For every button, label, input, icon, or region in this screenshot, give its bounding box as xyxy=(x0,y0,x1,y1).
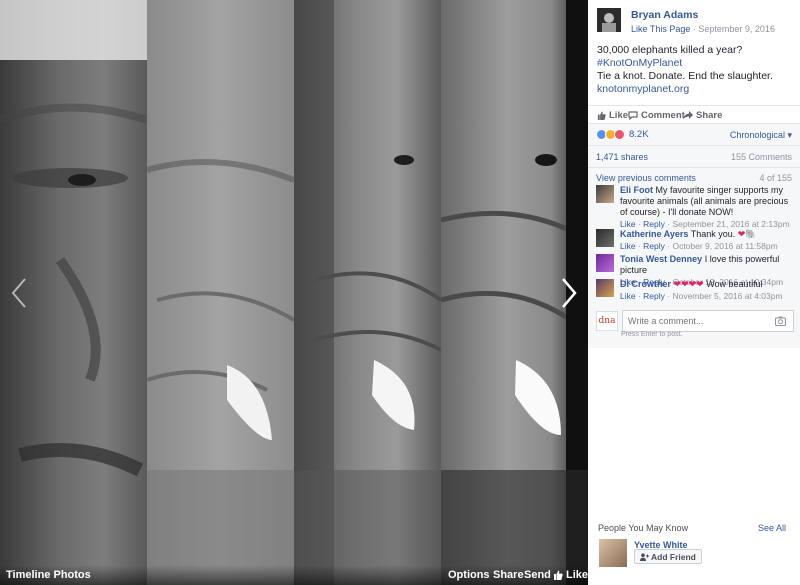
comment-reply-link[interactable]: Reply xyxy=(643,291,665,301)
add-friend-button[interactable]: Add Friend xyxy=(634,549,702,564)
comment-bubble-icon xyxy=(628,111,638,120)
previous-photo-arrow-icon[interactable] xyxy=(8,276,32,310)
see-all-link[interactable]: See All xyxy=(758,523,786,533)
comment-reply-link[interactable]: Reply xyxy=(643,219,665,229)
like-photo-button[interactable]: Like xyxy=(553,569,588,581)
album-title[interactable]: Timeline Photos xyxy=(6,569,91,581)
comment-sort-label: Chronological xyxy=(729,130,785,140)
elephant-emoji-icon: 🐘 xyxy=(745,229,757,239)
love-reaction-icon xyxy=(614,129,625,140)
post-date[interactable]: September 9, 2016 xyxy=(698,24,775,34)
thumbs-up-icon xyxy=(597,111,606,120)
photo-strip-blend-2 xyxy=(294,0,441,585)
comment-like-link[interactable]: Like xyxy=(620,291,636,301)
comment-time[interactable]: October 9, 2016 at 11:58pm xyxy=(672,241,777,251)
share-post-label: Share xyxy=(696,110,723,121)
comment-post-button[interactable]: Comment xyxy=(628,110,685,121)
camera-icon[interactable] xyxy=(775,316,786,326)
share-post-button[interactable]: Share xyxy=(683,110,722,121)
commenter-name[interactable]: Di Crowther xyxy=(620,279,671,289)
commenter-name[interactable]: Katherine Ayers xyxy=(620,229,688,239)
hashtag-link[interactable]: #KnotOnMyPlanet xyxy=(597,57,682,69)
share-arrow-icon xyxy=(683,111,693,120)
comment-meta: Like · Reply · November 5, 2016 at 4:03p… xyxy=(620,291,783,301)
comment-time[interactable]: September 21, 2016 at 2:13pm xyxy=(672,219,789,229)
photo-viewer: Timeline Photos Options Share Send Like xyxy=(0,0,588,585)
post-text-line1: 30,000 elephants killed a year? xyxy=(597,44,743,56)
people-you-may-know-heading: People You May Know xyxy=(598,523,689,533)
comments-count: 155 Comments xyxy=(730,152,792,162)
commenter-avatar[interactable] xyxy=(596,279,614,297)
suggested-person-avatar[interactable] xyxy=(599,539,627,567)
comment-reply-link[interactable]: Reply xyxy=(643,241,665,251)
page-name-link[interactable]: Bryan Adams xyxy=(631,9,698,21)
external-url-link[interactable]: knotonmyplanet.org xyxy=(597,83,689,95)
composer-hint: Press Enter to post. xyxy=(621,331,683,338)
comment-item: Katherine Ayers Thank you. ❤🐘 Like · Rep… xyxy=(596,229,794,251)
post-text-line2: Tie a knot. Donate. End the slaughter. xyxy=(597,70,773,82)
photo-strip-blend-1 xyxy=(147,0,294,585)
page-avatar[interactable] xyxy=(597,8,621,32)
share-photo-button[interactable]: Share xyxy=(493,569,524,581)
comment-time[interactable]: November 5, 2016 at 4:03pm xyxy=(672,291,782,301)
reactions-row: 8.2K Chronological ▾ xyxy=(588,123,800,146)
like-post-button[interactable]: Like xyxy=(597,110,628,121)
send-button[interactable]: Send xyxy=(524,569,551,581)
comments-area: View previous comments 4 of 155 Eli Foot… xyxy=(588,167,800,348)
options-button[interactable]: Options xyxy=(448,569,490,581)
post-text: 30,000 elephants killed a year? #KnotOnM… xyxy=(597,44,792,96)
shares-link[interactable]: 1,471 shares xyxy=(596,152,648,162)
post-sidebar: Bryan Adams Like This Page · September 9… xyxy=(588,0,800,585)
comment-input[interactable] xyxy=(622,310,794,332)
post-actions-row: Like Comment Share xyxy=(588,105,800,124)
comment-text: Wow beautiful xyxy=(703,279,763,289)
add-friend-label: Add Friend xyxy=(651,551,696,562)
comment-item: Eli Foot My favourite singer supports my… xyxy=(596,185,794,229)
comment-like-link[interactable]: Like xyxy=(620,241,636,251)
comment-sort-dropdown[interactable]: Chronological ▾ xyxy=(730,130,792,141)
sort-caret-icon: ▾ xyxy=(787,130,792,140)
comment-item: Tonia West Denney I love this powerful p… xyxy=(596,254,794,287)
comment-item: Di Crowther ❤❤❤❤ Wow beautiful Like · Re… xyxy=(596,279,794,301)
comment-text: Thank you. xyxy=(688,229,738,239)
comment-composer: dna xyxy=(596,310,794,332)
add-friend-icon xyxy=(640,552,649,561)
comment-body: Eli Foot My favourite singer supports my… xyxy=(620,185,792,230)
view-previous-comments-link[interactable]: View previous comments xyxy=(596,173,696,183)
commenter-name[interactable]: Tonia West Denney xyxy=(620,254,702,264)
commenter-avatar[interactable] xyxy=(596,229,614,247)
comment-body: Katherine Ayers Thank you. ❤🐘 Like · Rep… xyxy=(620,229,792,252)
post-meta: Like This Page · September 9, 2016 xyxy=(631,24,775,34)
like-this-page-link[interactable]: Like This Page xyxy=(631,24,690,34)
thumbs-up-icon xyxy=(554,570,563,580)
like-post-label: Like xyxy=(609,110,629,121)
comment-body: Di Crowther ❤❤❤❤ Wow beautiful Like · Re… xyxy=(620,279,792,302)
shares-row: 1,471 shares 155 Comments xyxy=(588,145,800,168)
commenter-avatar[interactable] xyxy=(596,254,614,272)
post-header: Bryan Adams Like This Page · September 9… xyxy=(597,8,797,38)
commenter-name[interactable]: Eli Foot xyxy=(620,185,653,195)
like-photo-label: Like xyxy=(566,569,588,581)
hearts-emoji-icon: ❤❤❤❤ xyxy=(673,279,704,289)
reaction-count: 8.2K xyxy=(629,129,649,140)
reaction-summary[interactable]: 8.2K xyxy=(596,129,649,140)
comment-meta: Like · Reply · October 9, 2016 at 11:58p… xyxy=(620,241,778,251)
next-photo-arrow-icon[interactable] xyxy=(556,276,580,310)
comment-like-link[interactable]: Like xyxy=(620,219,636,229)
comment-pager: 4 of 155 xyxy=(759,173,792,183)
composer-avatar: dna xyxy=(596,311,618,331)
commenter-avatar[interactable] xyxy=(596,185,614,203)
comment-post-label: Comment xyxy=(641,110,685,121)
